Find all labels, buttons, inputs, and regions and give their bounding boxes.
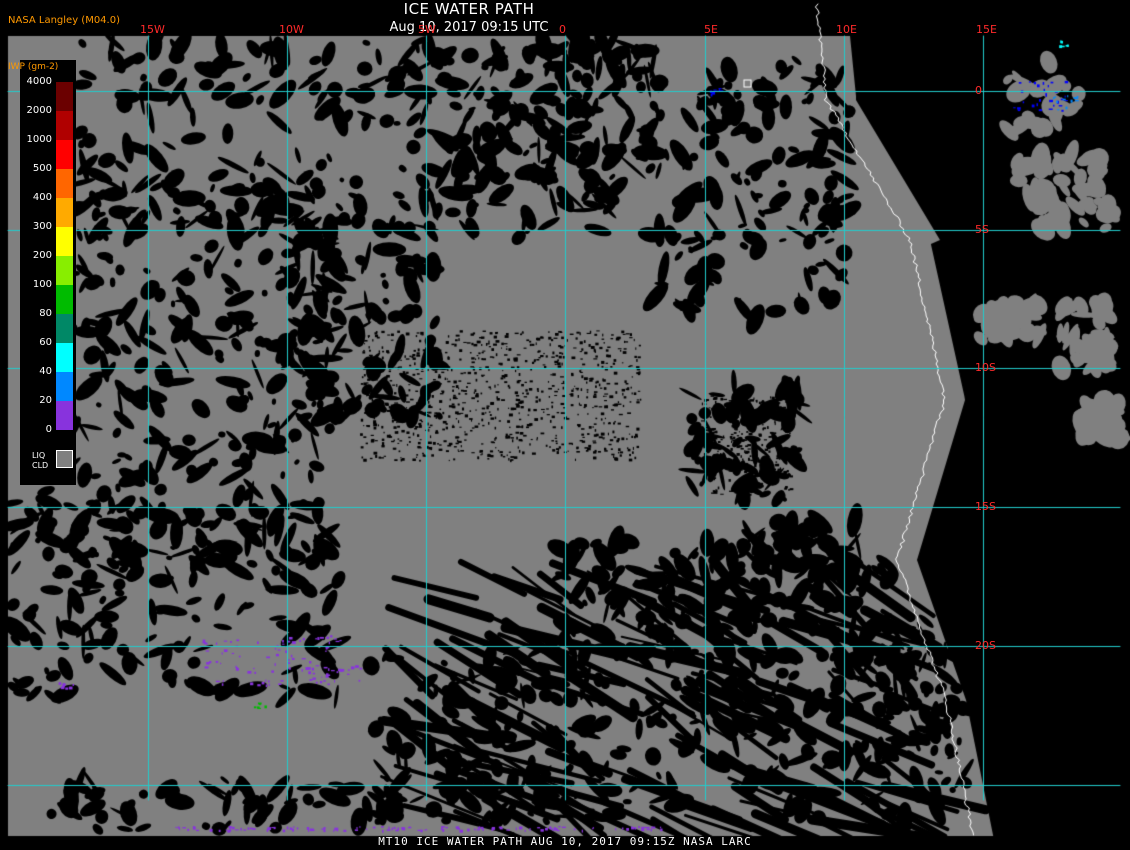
legend-value: 2000 (26, 105, 52, 116)
lat-label-0: 0 (975, 84, 982, 97)
lon-label-15e: 15E (976, 23, 997, 36)
legend-value: 200 (32, 250, 52, 261)
legend-value: 100 (32, 279, 52, 290)
legend-swatch (56, 227, 73, 256)
legend-swatch (56, 285, 73, 314)
footer-caption: MT10 ICE WATER PATH AUG 10, 2017 09:15Z … (378, 835, 752, 848)
legend-value: 1000 (26, 134, 52, 145)
liquid-cloud-swatch (56, 450, 73, 468)
legend-value: 40 (39, 366, 52, 377)
legend-value: 80 (39, 308, 52, 319)
lon-label-15w: 15W (140, 23, 165, 36)
lon-label-5e: 5E (704, 23, 718, 36)
lon-label-10w: 10W (279, 23, 304, 36)
legend-swatch (56, 256, 73, 285)
lon-label-0: 0 (559, 23, 566, 36)
legend-value: 60 (39, 337, 52, 348)
legend-swatch (56, 82, 73, 111)
legend-swatch (56, 372, 73, 401)
legend-swatch (56, 111, 73, 140)
lon-label-5w: 5W (418, 23, 436, 36)
map-title: ICE WATER PATH (403, 0, 535, 18)
liquid-cloud-text: LIQ CLD (32, 451, 49, 470)
legend-swatch (56, 198, 73, 227)
satellite-map (0, 0, 1130, 850)
legend-value: 4000 (26, 76, 52, 87)
lat-label-5s: 5S (975, 223, 989, 236)
legend-value: 0 (45, 424, 52, 435)
legend-value: 400 (32, 192, 52, 203)
legend-swatch (56, 169, 73, 198)
legend-swatch (56, 343, 73, 372)
legend-swatch (56, 140, 73, 169)
lat-label-15s: 15S (975, 500, 996, 513)
lon-label-10e: 10E (836, 23, 857, 36)
legend-swatch (56, 401, 73, 430)
brand-label: NASA Langley (M04.0) (8, 15, 120, 26)
legend-units: IWP (gm-2) (8, 62, 59, 72)
lat-label-10s: 10S (975, 361, 996, 374)
legend-value: 20 (39, 395, 52, 406)
legend-value: 500 (32, 163, 52, 174)
lat-label-20s: 20S (975, 639, 996, 652)
liquid-cloud-label: LIQ CLD (32, 451, 48, 471)
legend-value: 300 (32, 221, 52, 232)
legend-swatch (56, 314, 73, 343)
